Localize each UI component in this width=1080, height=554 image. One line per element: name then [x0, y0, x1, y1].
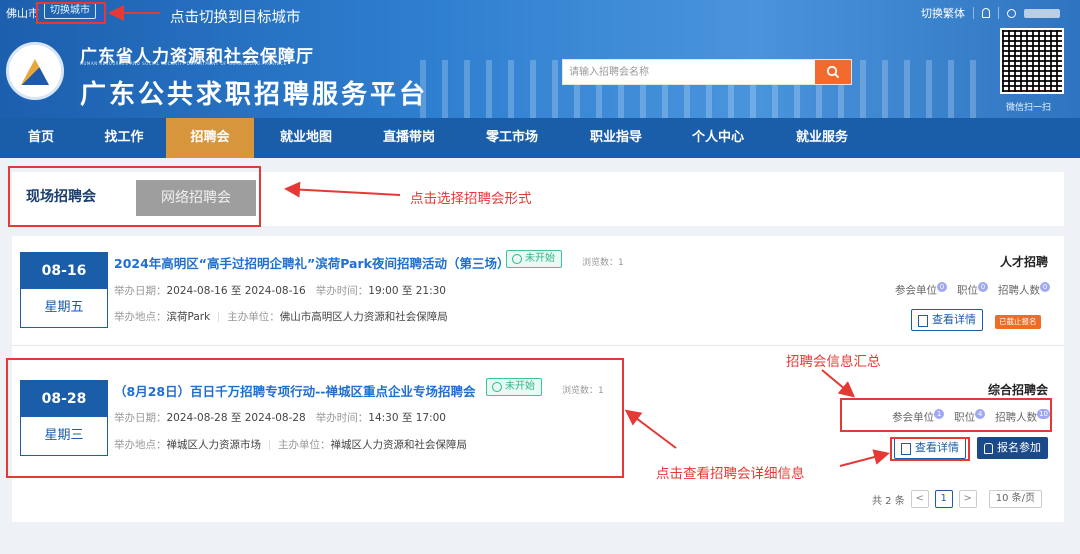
time-end: 21:30: [415, 285, 446, 297]
nav-personal-center[interactable]: 个人中心: [668, 118, 768, 158]
fair-title-link[interactable]: 2024年高明区“高手过招明企聘礼”滨荷Park夜间招聘活动（第三场）: [114, 253, 509, 272]
stat-count: 0: [978, 282, 988, 292]
current-city: 佛山市: [6, 7, 39, 20]
search-button[interactable]: [815, 60, 851, 84]
platform-title: 广东公共求职招聘服务平台: [80, 80, 429, 110]
fair-date: 08-16: [21, 253, 107, 289]
date-start: 2024-08-16: [166, 285, 228, 297]
nav-home[interactable]: 首页: [0, 118, 82, 158]
divider: [973, 7, 974, 19]
place-label: 举办地点：: [114, 311, 167, 323]
divider: [998, 7, 999, 19]
top-bar: 佛山市 切换城市 切换繁体: [0, 0, 1080, 24]
annotation-box-fair-card: [6, 358, 624, 478]
org-label: 主办单位：: [227, 311, 280, 323]
search-input[interactable]: [563, 60, 815, 84]
qr-caption: 微信扫一扫: [1006, 103, 1052, 113]
stat-label: 职位: [957, 284, 978, 297]
annotation-box-switch-city: [36, 2, 106, 24]
search-icon: [826, 65, 840, 79]
total-count: 共 2 条: [871, 495, 905, 507]
main-nav: 首页 找工作 招聘会 就业地图 直播带岗 零工市场 职业指导 个人中心 就业服务: [0, 118, 1080, 158]
fair-place-info: 举办地点：滨荷Park 主办单位：佛山市高明区人力资源和社会保障局: [114, 309, 448, 324]
user-icon[interactable]: [1007, 8, 1016, 18]
nav-employment-map[interactable]: 就业地图: [254, 118, 358, 158]
stat-units: 参会单位 0: [895, 282, 947, 298]
stat-count: 0: [1040, 282, 1050, 292]
fair-stats: 参会单位 0 职位 0 招聘人数 0: [895, 282, 1050, 298]
stat-hires: 招聘人数 0: [998, 282, 1050, 298]
stat-label: 招聘人数: [998, 284, 1040, 297]
page-number[interactable]: 1: [934, 490, 953, 508]
registration-closed-badge: 已截止报名: [995, 315, 1041, 329]
job-fair-card: 08-16 星期五 2024年高明区“高手过招明企聘礼”滨荷Park夜间招聘活动…: [12, 236, 1064, 346]
annotation-select-form: 点击选择招聘会形式: [410, 191, 532, 207]
next-page-button[interactable]: >: [958, 490, 977, 508]
nav-find-job[interactable]: 找工作: [82, 118, 166, 158]
search-box: [562, 59, 852, 85]
nav-career-guidance[interactable]: 职业指导: [564, 118, 668, 158]
fair-date-box: 08-16 星期五: [20, 252, 108, 328]
stat-jobs: 职位 0: [957, 282, 988, 298]
nav-employment-service[interactable]: 就业服务: [768, 118, 876, 158]
fair-time-info: 举办日期：2024-08-16 至 2024-08-16 举办时间：19:00 …: [114, 283, 446, 298]
nav-job-fair[interactable]: 招聘会: [166, 118, 254, 158]
view-detail-button[interactable]: 查看详情: [911, 309, 983, 331]
department-name-en: HUMAN RESOURCES AND SOCIAL SECURITY DEPA…: [80, 61, 287, 66]
site-header: 佛山市 切换城市 切换繁体 广东省人力资源和社会保障厅 HUMAN RESOUR…: [0, 0, 1080, 118]
fair-organizer: 佛山市高明区人力资源和社会保障局: [279, 311, 448, 323]
annotation-summary: 招聘会信息汇总: [786, 354, 881, 370]
page-size-select[interactable]: 10 条/页: [988, 490, 1042, 508]
fair-type: 综合招聘会: [987, 383, 1048, 397]
time-start: 19:00: [368, 285, 399, 297]
fair-weekday: 星期五: [44, 300, 84, 315]
wechat-qr-code: [1000, 28, 1064, 94]
annotation-view-detail: 点击查看招聘会详细信息: [656, 466, 805, 482]
status-badge: 未开始: [506, 250, 562, 268]
top-bar-right: 切换繁体: [921, 5, 1060, 21]
to-text: 至: [230, 285, 242, 297]
register-button[interactable]: 报名参加: [977, 437, 1048, 459]
annotation-switch-city: 点击切换到目标城市: [170, 10, 301, 26]
nav-live-hiring[interactable]: 直播带岗: [358, 118, 460, 158]
divider: [218, 312, 220, 322]
user-name-redacted[interactable]: [1024, 8, 1060, 18]
view-count: 浏览数：1: [582, 258, 624, 268]
prev-page-button[interactable]: <: [910, 490, 929, 508]
stat-label: 参会单位: [895, 284, 937, 297]
time-label: 举办时间：: [315, 285, 369, 297]
department-logo: [6, 42, 64, 100]
annotation-box-form-tabs: [8, 166, 261, 227]
stat-count: 0: [937, 282, 947, 292]
switch-traditional-link[interactable]: 切换繁体: [921, 5, 965, 21]
annotation-box-summary: [840, 398, 1052, 432]
bell-icon[interactable]: [982, 8, 990, 18]
pagination: 共 2 条 < 1 > 10 条/页: [872, 490, 1042, 508]
nav-gig-market[interactable]: 零工市场: [460, 118, 564, 158]
fair-place: 滨荷Park: [166, 311, 211, 323]
to-text: 至: [401, 285, 413, 297]
date-label: 举办日期：: [114, 285, 167, 297]
fair-type: 人才招聘: [999, 255, 1048, 269]
annotation-box-view-detail: [890, 437, 970, 461]
date-end: 2024-08-16: [244, 285, 306, 297]
